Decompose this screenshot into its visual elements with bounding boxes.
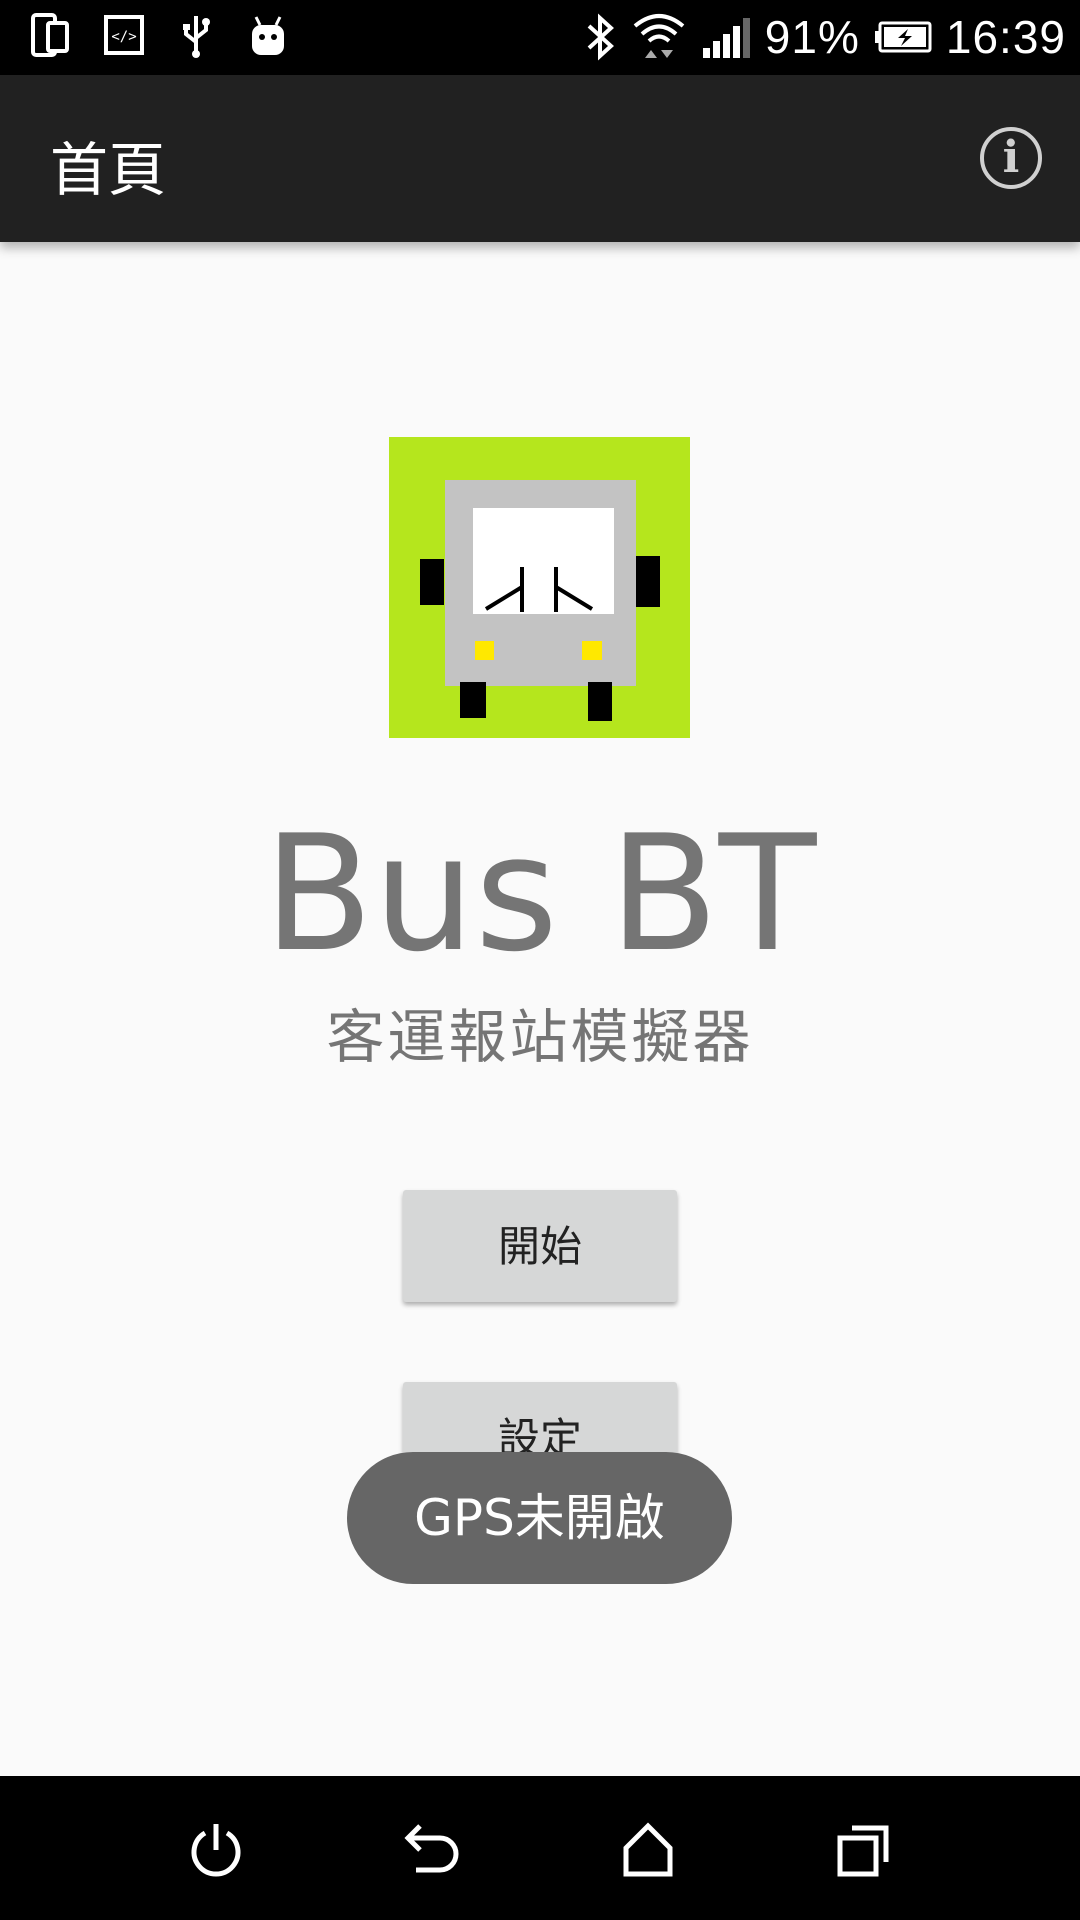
wifi-icon <box>631 10 687 64</box>
home-icon[interactable] <box>618 1820 678 1880</box>
app-bar: 首頁 i <box>0 75 1080 242</box>
usb-icon <box>178 12 214 58</box>
bluetooth-icon <box>583 12 617 62</box>
info-button[interactable]: i <box>980 127 1042 189</box>
status-right-icons: 91% 16:39 <box>583 6 1066 68</box>
device-icon <box>30 13 70 57</box>
battery-percent: 91% <box>764 11 860 63</box>
signal-icon <box>701 14 751 60</box>
toast-message: GPS未開啟 <box>347 1452 732 1584</box>
app-subtitle: 客運報站模擬器 <box>326 1003 754 1071</box>
info-icon: i <box>1002 132 1020 183</box>
bus-logo <box>389 437 690 738</box>
start-button[interactable]: 開始 <box>403 1190 677 1302</box>
page-title: 首頁 <box>50 136 167 204</box>
navigation-bar <box>0 1776 1080 1920</box>
clock: 16:39 <box>945 11 1066 63</box>
app-name: Bus BT <box>263 800 817 987</box>
recents-icon[interactable] <box>834 1820 894 1880</box>
code-icon: </> <box>104 15 144 55</box>
bus-logo-graphic <box>389 437 690 738</box>
android-icon <box>248 13 288 57</box>
battery-charging-icon <box>874 20 932 54</box>
status-left-icons: </> <box>30 12 288 58</box>
power-icon[interactable] <box>186 1820 246 1880</box>
status-bar: </> 91% 16:39 <box>0 0 1080 75</box>
svg-text:</>: </> <box>111 29 136 45</box>
back-icon[interactable] <box>402 1820 462 1880</box>
